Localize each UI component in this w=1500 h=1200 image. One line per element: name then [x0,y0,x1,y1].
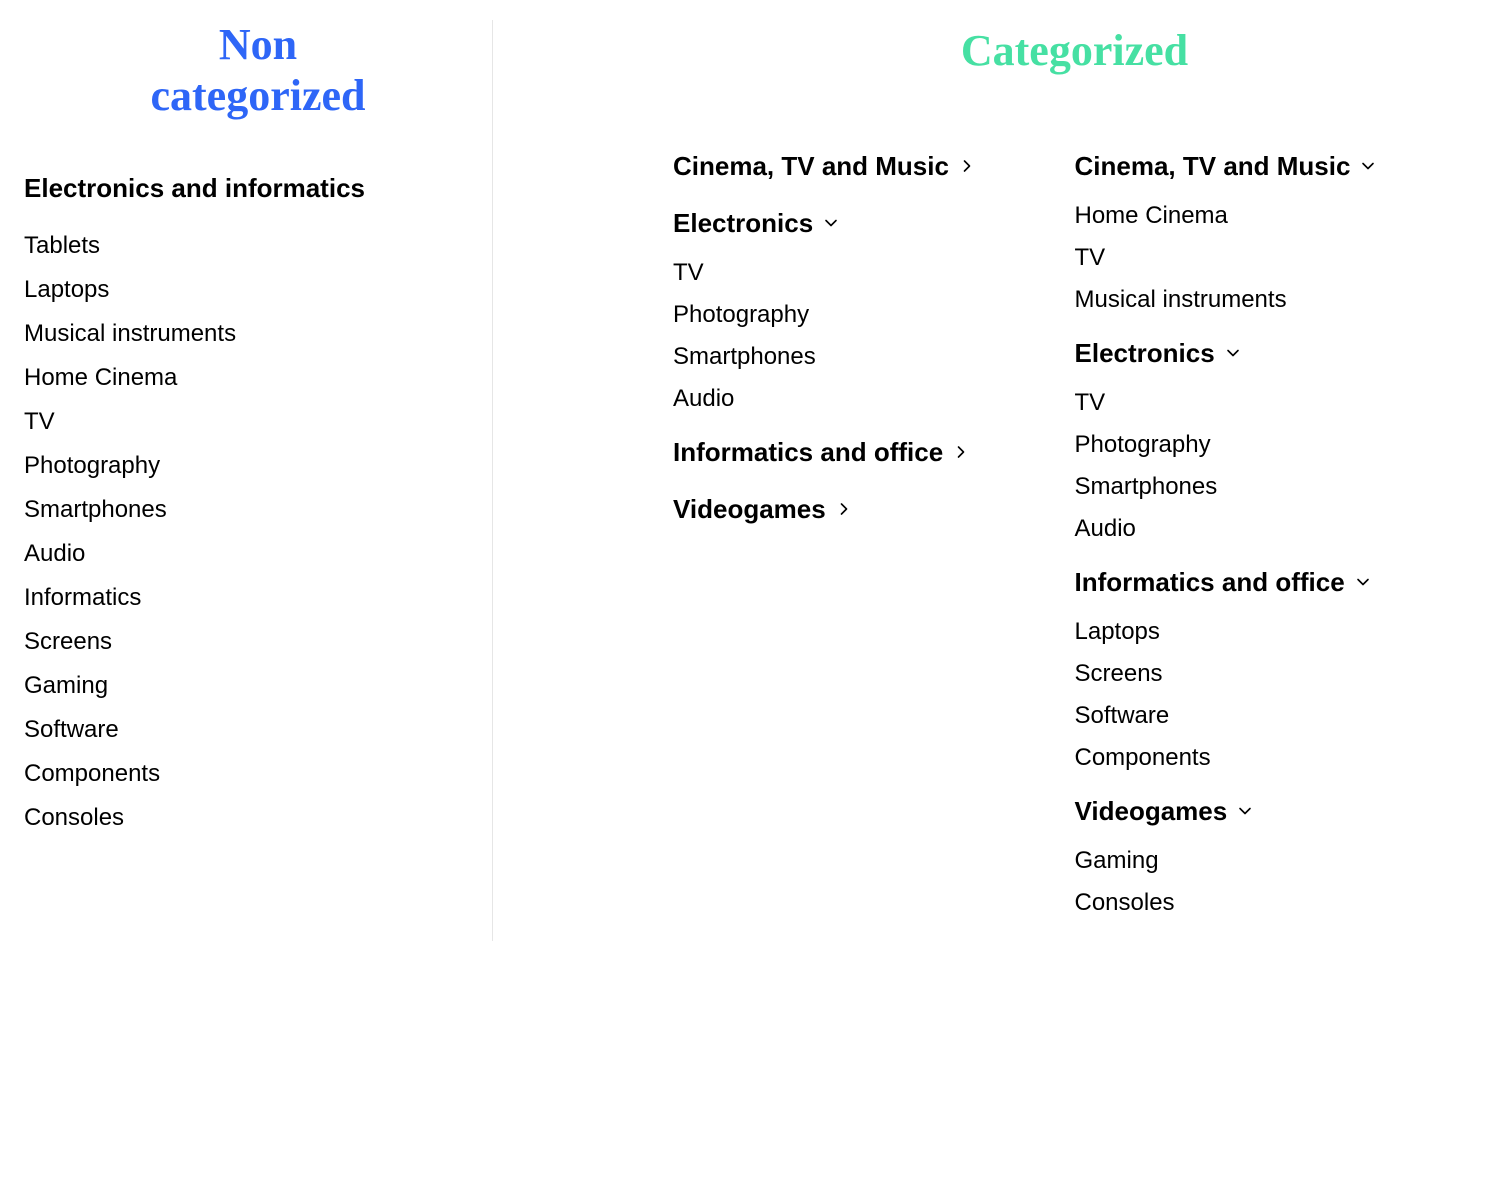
list-item[interactable]: Musical instruments [24,322,492,346]
heading-line-1: Non [219,20,297,69]
chevron-down-icon [823,215,839,231]
noncat-title-text: Electronics and informatics [24,173,365,204]
category-header[interactable]: Informatics and office [673,437,1075,468]
category-group: Cinema, TV and Music [673,151,1075,182]
category-header[interactable]: Electronics [1075,338,1477,369]
list-item[interactable]: Musical instruments [1075,288,1477,312]
category-header[interactable]: Informatics and office [1075,567,1477,598]
list-item[interactable]: Laptops [24,278,492,302]
list-item[interactable]: Consoles [1075,891,1477,915]
category-group: Electronics TV Photography Smartphones Audio [673,208,1075,411]
noncat-section-title: Electronics and informatics [24,173,492,204]
list-item[interactable]: Smartphones [24,498,492,522]
category-items: Home Cinema TV Musical instruments [1075,204,1477,312]
list-item[interactable]: TV [673,261,1075,285]
category-title-text: Electronics [673,208,813,239]
category-title-text: Cinema, TV and Music [673,151,949,182]
list-item[interactable]: Photography [1075,433,1477,457]
category-header[interactable]: Cinema, TV and Music [1075,151,1477,182]
list-item[interactable]: Tablets [24,234,492,258]
heading-categorized-text: Categorized [961,26,1188,75]
category-header[interactable]: Videogames [673,494,1075,525]
categorized-column-2: Cinema, TV and Music Home Cinema TV Musical… [1075,151,1477,941]
list-item[interactable]: TV [24,410,492,434]
category-items: Gaming Consoles [1075,849,1477,915]
category-group: Videogames [673,494,1075,525]
list-item[interactable]: TV [1075,391,1477,415]
category-items: TV Photography Smartphones Audio [673,261,1075,411]
list-item[interactable]: Components [24,762,492,786]
list-item[interactable]: Software [1075,704,1477,728]
category-items: Laptops Screens Software Components [1075,620,1477,770]
list-item[interactable]: Home Cinema [1075,204,1477,228]
chevron-down-icon [1237,803,1253,819]
chevron-right-icon [959,158,975,174]
list-item[interactable]: Consoles [24,806,492,830]
chevron-right-icon [836,501,852,517]
list-item[interactable]: Home Cinema [24,366,492,390]
chevron-right-icon [953,444,969,460]
category-group: Informatics and office [673,437,1075,468]
category-title-text: Cinema, TV and Music [1075,151,1351,182]
list-item[interactable]: Audio [673,387,1075,411]
category-group: Videogames Gaming Consoles [1075,796,1477,915]
chevron-down-icon [1360,158,1376,174]
chevron-down-icon [1225,345,1241,361]
category-group: Cinema, TV and Music Home Cinema TV Musical… [1075,151,1477,312]
category-header[interactable]: Electronics [673,208,1075,239]
category-title-text: Informatics and office [673,437,943,468]
list-item[interactable]: Gaming [24,674,492,698]
heading-line-2: categorized [151,71,366,120]
category-title-text: Videogames [673,494,826,525]
list-item[interactable]: Components [1075,746,1477,770]
categorized-column-1: Cinema, TV and Music Electronics TV Photogr… [673,151,1075,941]
list-item[interactable]: Smartphones [1075,475,1477,499]
category-title-text: Informatics and office [1075,567,1345,598]
list-item[interactable]: Laptops [1075,620,1477,644]
list-item[interactable]: Informatics [24,586,492,610]
category-group: Electronics TV Photography Smartphones Audio [1075,338,1477,541]
list-item[interactable]: Smartphones [673,345,1075,369]
list-item[interactable]: Photography [673,303,1075,327]
heading-categorized: Categorized [673,26,1476,77]
category-header[interactable]: Cinema, TV and Music [673,151,1075,182]
list-item[interactable]: Gaming [1075,849,1477,873]
list-item[interactable]: Photography [24,454,492,478]
category-items: TV Photography Smartphones Audio [1075,391,1477,541]
list-item[interactable]: TV [1075,246,1477,270]
category-title-text: Electronics [1075,338,1215,369]
category-header[interactable]: Videogames [1075,796,1477,827]
list-item[interactable]: Audio [1075,517,1477,541]
list-item[interactable]: Software [24,718,492,742]
list-item[interactable]: Audio [24,542,492,566]
heading-non-categorized: Non categorized [24,20,492,121]
list-item[interactable]: Screens [1075,662,1477,686]
noncat-list: Tablets Laptops Musical instruments Home Ci… [24,234,492,830]
chevron-down-icon [1355,574,1371,590]
category-group: Informatics and office Laptops Screens Soft… [1075,567,1477,770]
list-item[interactable]: Screens [24,630,492,654]
category-title-text: Videogames [1075,796,1228,827]
